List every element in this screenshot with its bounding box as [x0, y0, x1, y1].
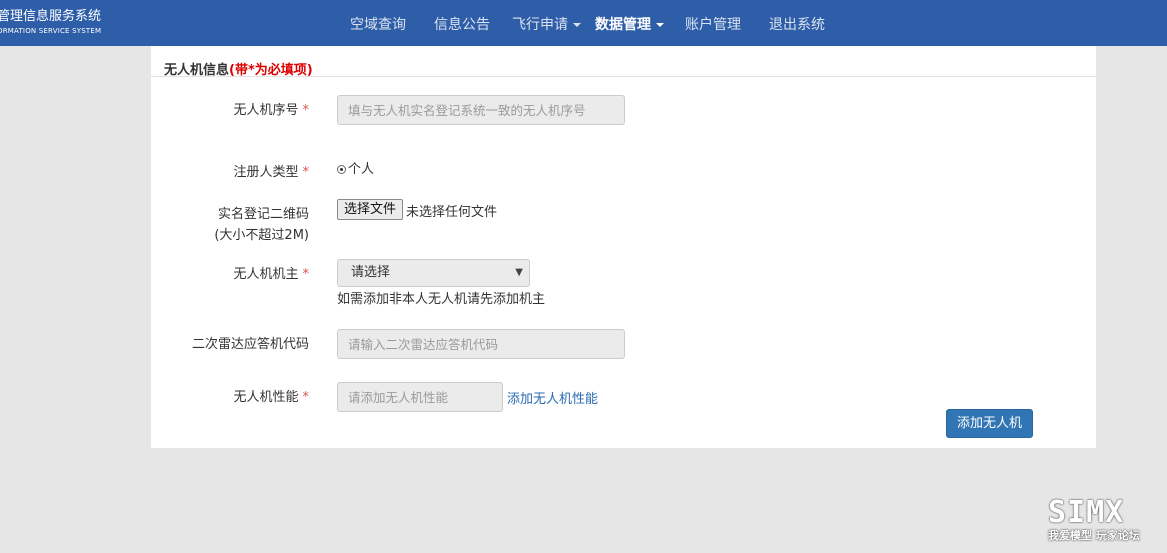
required-star: *: [302, 165, 310, 180]
triangle-down-icon: ▼: [515, 267, 523, 278]
add-performance-link[interactable]: 添加无人机性能: [507, 388, 598, 407]
top-navbar: 管理信息服务系统 ORMATION SERVICE SYSTEM 空域查询 信息…: [0, 0, 1167, 46]
owner-hint: 如需添加非本人无人机请先添加机主: [337, 292, 546, 307]
performance-input[interactable]: [337, 382, 503, 412]
radio-icon[interactable]: [337, 165, 346, 174]
radio-option-label: 个人: [348, 162, 375, 177]
performance-label: 无人机性能 *: [233, 390, 310, 405]
owner-select[interactable]: 请选择 ▼: [337, 259, 530, 287]
nav-item-announcements[interactable]: 信息公告: [434, 14, 490, 34]
registrant-type-label: 注册人类型 *: [233, 165, 310, 180]
drone-info-panel: 无人机信息(带*为必填项) 无人机序号* 注册人类型* 个人 实名登记二维码 (…: [151, 46, 1096, 448]
required-star: *: [302, 103, 310, 118]
required-star: *: [302, 390, 310, 405]
nav-item-airspace-query[interactable]: 空域查询: [350, 14, 406, 34]
serial-label: 无人机序号 *: [233, 103, 310, 118]
panel-title: 无人机信息(带*为必填项): [164, 63, 313, 78]
brand-logo[interactable]: 管理信息服务系统 ORMATION SERVICE SYSTEM: [0, 9, 101, 37]
required-star: *: [302, 267, 310, 282]
file-status-text: 未选择任何文件: [406, 205, 498, 220]
choose-file-button[interactable]: 选择文件: [337, 199, 404, 220]
brand-title-cn: 管理信息服务系统: [0, 9, 102, 24]
add-drone-button[interactable]: 添加无人机: [946, 409, 1034, 438]
transponder-input[interactable]: [337, 329, 625, 359]
qrcode-label: 实名登记二维码 (大小不超过2M): [214, 207, 309, 243]
nav-item-data-management[interactable]: 数据管理: [595, 14, 664, 34]
registrant-type-radio[interactable]: 个人: [337, 158, 374, 177]
caret-down-icon: [573, 23, 581, 27]
caret-down-icon: [656, 23, 664, 27]
watermark-logo: SIMX 我爱模型 玩家论坛: [1048, 495, 1140, 543]
nav-item-logout[interactable]: 退出系统: [769, 14, 825, 34]
nav-item-flight-application[interactable]: 飞行申请: [512, 14, 581, 34]
panel-header: 无人机信息(带*为必填项): [151, 46, 1096, 78]
required-note: (带*为必填项): [229, 63, 313, 78]
serial-input[interactable]: [337, 95, 625, 125]
nav-item-account-management[interactable]: 账户管理: [685, 14, 741, 34]
transponder-label: 二次雷达应答机代码: [191, 337, 309, 352]
brand-title-en: ORMATION SERVICE SYSTEM: [0, 27, 102, 35]
owner-label: 无人机机主 *: [233, 267, 310, 282]
